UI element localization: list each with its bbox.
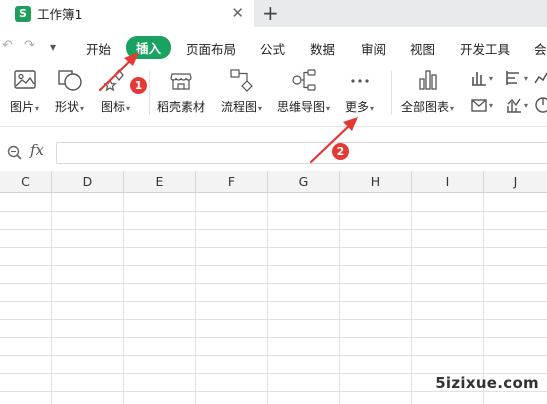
column-chart-icon	[472, 72, 486, 86]
mindmap-dropdown-icon: ▾	[326, 104, 331, 113]
area-chart-dropdown-icon: ▾	[489, 100, 494, 110]
fx-icon[interactable]: fx	[30, 141, 44, 159]
more-dropdown-icon: ▾	[370, 104, 375, 113]
column-header-g[interactable]: G	[268, 171, 340, 193]
horizontal-bar-icon	[506, 71, 519, 85]
quick-access-more-icon[interactable]: ▾	[50, 40, 56, 54]
menu-review[interactable]: 审阅	[361, 39, 386, 58]
picture-label: 图片	[10, 100, 35, 114]
envelope-chart-icon	[471, 99, 487, 112]
picture-button[interactable]: 图片▾	[10, 67, 39, 115]
formula-input[interactable]	[56, 142, 547, 164]
close-tab-icon[interactable]: ✕	[231, 4, 244, 22]
menu-data[interactable]: 数据	[310, 39, 335, 58]
title-bar: S 工作簿1 ✕ +	[0, 0, 547, 27]
bar-chart-dropdown-icon: ▾	[524, 73, 529, 83]
column-header-d[interactable]: D	[52, 171, 124, 193]
all-charts-button[interactable]: 全部图表▾	[401, 67, 454, 115]
menu-developer[interactable]: 开发工具	[460, 39, 510, 58]
redo-icon[interactable]: ↷	[24, 38, 35, 53]
flowchart-button[interactable]: 流程图▾	[221, 67, 262, 115]
store-icon	[170, 73, 192, 90]
flowchart-label: 流程图	[221, 100, 258, 114]
template-material-label: 稻壳素材	[157, 100, 206, 114]
icon-library-icon	[102, 68, 124, 92]
column-chart-button[interactable]: ▾	[470, 69, 493, 87]
shape-dropdown-icon: ▾	[80, 104, 85, 113]
formula-bar: fx	[0, 138, 547, 168]
column-header-h[interactable]: H	[340, 171, 412, 193]
icon-dropdown-icon: ▾	[126, 104, 131, 113]
undo-icon[interactable]: ↶	[2, 38, 13, 53]
menu-insert[interactable]: 插入	[126, 36, 172, 59]
step-badge-1: 1	[130, 77, 147, 94]
document-title: 工作簿1	[37, 7, 83, 22]
column-chart-dropdown-icon: ▾	[489, 73, 494, 83]
all-charts-dropdown-icon: ▾	[450, 104, 455, 113]
column-header-c[interactable]: C	[0, 171, 52, 193]
picture-dropdown-icon: ▾	[35, 104, 40, 113]
column-header-e[interactable]: E	[124, 171, 196, 193]
step-badge-2: 2	[332, 143, 349, 160]
mindmap-icon	[291, 69, 316, 91]
stat-chart-icon	[507, 98, 521, 113]
pie-chart-icon	[535, 97, 547, 113]
mindmap-label: 思维导图	[277, 100, 326, 114]
line-chart-icon	[534, 72, 547, 84]
template-material-button[interactable]: 稻壳素材	[157, 67, 205, 115]
pie-chart-button[interactable]	[534, 96, 547, 114]
cell-gridlines	[0, 193, 547, 404]
toolbar-divider	[391, 71, 392, 115]
more-button[interactable]: 更多▾	[345, 67, 374, 115]
column-header-f[interactable]: F	[196, 171, 268, 193]
zoom-icon[interactable]	[6, 144, 24, 162]
stat-chart-dropdown-icon: ▾	[524, 100, 529, 110]
ribbon-toolbar: 图片▾ 形状▾ 图标▾ 稻壳素材 流程图▾ 思维导图▾ 更多▾ 全部图表▾ ▾ …	[0, 63, 547, 127]
menu-home[interactable]: 开始	[86, 39, 111, 58]
flowchart-dropdown-icon: ▾	[258, 104, 263, 113]
new-tab-icon[interactable]: +	[262, 1, 279, 25]
sheet-grid[interactable]: C D E F G H I J	[0, 171, 547, 404]
picture-icon	[13, 70, 36, 89]
menu-formulas[interactable]: 公式	[260, 39, 285, 58]
column-header-j[interactable]: J	[484, 171, 547, 193]
mindmap-button[interactable]: 思维导图▾	[277, 67, 330, 115]
menu-view[interactable]: 视图	[410, 39, 435, 58]
bar-chart-button[interactable]: ▾	[505, 69, 528, 87]
menu-member[interactable]: 会	[534, 39, 547, 58]
more-dots-icon	[350, 79, 369, 83]
toolbar-divider	[149, 71, 150, 115]
bar-chart-icon	[418, 70, 437, 90]
more-label: 更多	[345, 100, 370, 114]
site-watermark: 5izixue.com	[435, 374, 539, 392]
ribbon-menu-bar: ↶ ↷ ▾ 开始 插入 页面布局 公式 数据 审阅 视图 开发工具 会	[0, 33, 547, 61]
column-header-i[interactable]: I	[412, 171, 484, 193]
shape-button[interactable]: 形状▾	[55, 67, 84, 115]
app-logo-icon: S	[15, 5, 31, 22]
icon-button[interactable]: 图标▾	[101, 67, 130, 115]
line-chart-button[interactable]	[534, 69, 547, 87]
menu-page-layout[interactable]: 页面布局	[186, 39, 236, 58]
all-charts-label: 全部图表	[401, 100, 450, 114]
icon-label: 图标	[101, 100, 126, 114]
shape-label: 形状	[55, 100, 80, 114]
area-chart-button[interactable]: ▾	[470, 96, 493, 114]
stat-chart-button[interactable]: ▾	[505, 96, 528, 114]
shape-icon	[57, 70, 82, 91]
flowchart-icon	[229, 69, 253, 92]
document-tab[interactable]: S 工作簿1 ✕	[0, 0, 254, 27]
